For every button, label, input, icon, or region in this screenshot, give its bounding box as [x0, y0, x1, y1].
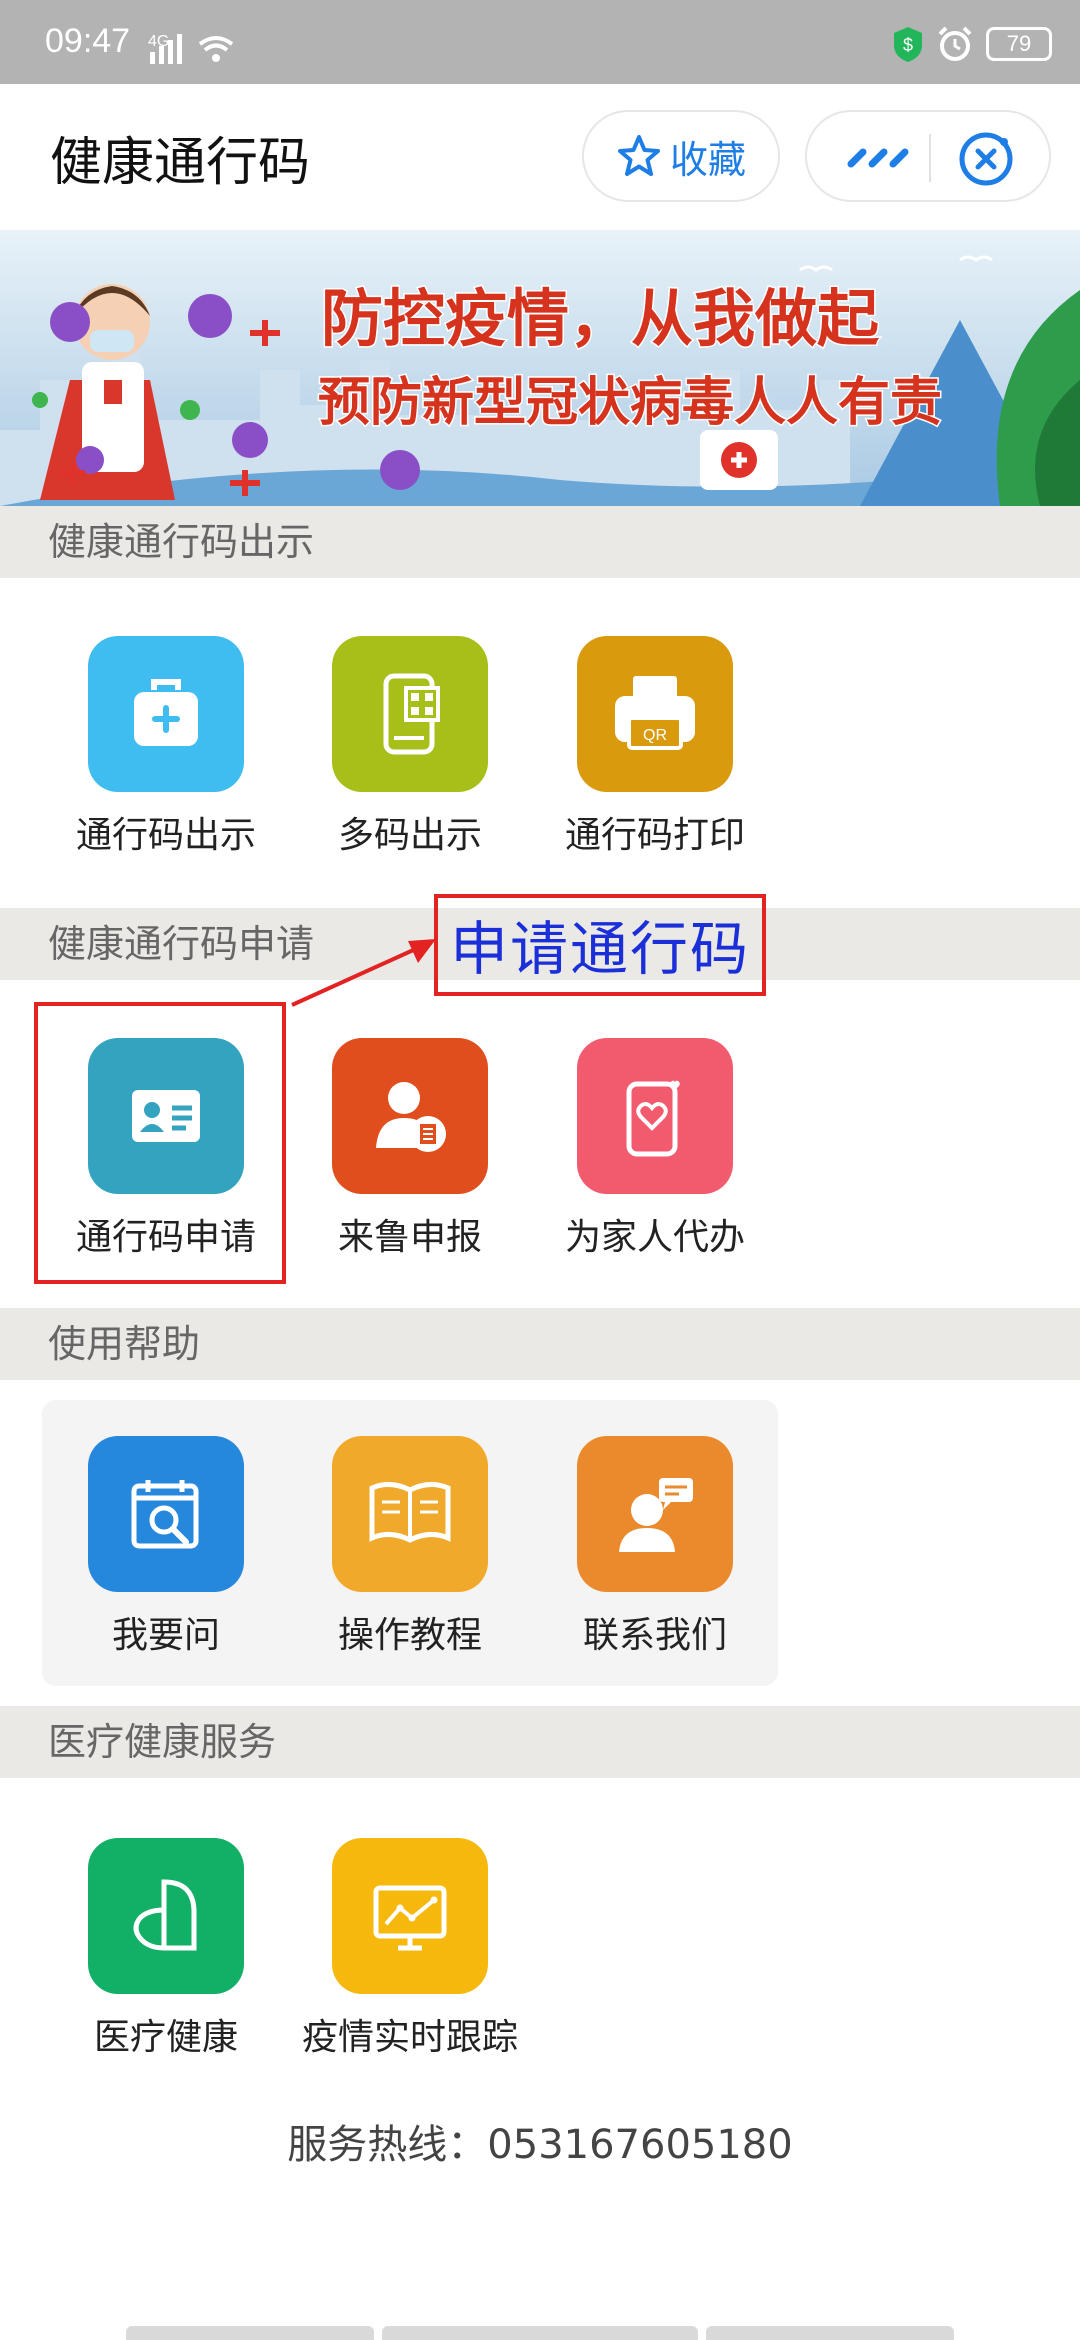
health-shape-icon: [133, 1879, 197, 1951]
monitor-chart-icon: [373, 1885, 447, 1951]
favorite-button[interactable]: 收藏: [582, 110, 780, 202]
phone-qr-icon: [383, 673, 440, 755]
epidemic-banner[interactable]: 防控疫情，从我做起 预防新型冠状病毒人人有责: [0, 230, 1080, 506]
signal-icon: 4G: [148, 33, 234, 64]
bottom-tab-stub: [126, 2326, 374, 2340]
tile-label: 通行码打印: [564, 815, 745, 856]
printer-icon: QR: [615, 676, 695, 750]
tile-label: 来鲁申报: [337, 1217, 482, 1258]
tile-pass-show[interactable]: 通行码出示: [46, 636, 286, 866]
battery-indicator: 79: [986, 27, 1052, 61]
tile-epidemic-tracking[interactable]: 疫情实时跟踪: [290, 1838, 530, 2068]
tile-contact[interactable]: 联系我们: [535, 1436, 775, 1666]
tile-medical-health[interactable]: 医疗健康: [46, 1838, 286, 2068]
security-shield-icon: $: [894, 27, 922, 62]
mini-app-capsule: [805, 110, 1051, 202]
tile-label: 医疗健康: [93, 2017, 238, 2058]
star-icon: [617, 135, 660, 176]
annotation-text: 申请通行码: [449, 915, 750, 983]
annotation-highlight-box: [34, 1002, 286, 1284]
tile-arrive-report[interactable]: 来鲁申报: [290, 1038, 530, 1268]
svg-text:QR: QR: [643, 727, 667, 744]
tile-label: 我要问: [111, 1615, 220, 1656]
bottom-tab-stub: [382, 2326, 698, 2340]
medical-kit-icon: [134, 679, 198, 746]
tile-ask[interactable]: 我要问: [46, 1436, 286, 1666]
tile-label: 通行码出示: [75, 815, 256, 856]
status-bar: 09:47 4G $ 79: [0, 0, 1080, 84]
calendar-search-icon: [131, 1480, 199, 1549]
alarm-icon: [938, 26, 972, 61]
user-report-icon: [376, 1082, 446, 1152]
tile-label: 操作教程: [337, 1615, 482, 1656]
banner-image: 防控疫情，从我做起 预防新型冠状病毒人人有责: [0, 230, 1080, 506]
svg-text:$: $: [903, 35, 913, 55]
section-header-help: 使用帮助: [0, 1308, 1080, 1380]
annotation-arrow: [291, 939, 436, 1007]
annotation-box: 申请通行码: [434, 894, 766, 996]
tile-label: 疫情实时跟踪: [301, 2017, 518, 2058]
tile-multi-code[interactable]: 多码出示: [290, 636, 530, 866]
banner-line2: 预防新型冠状病毒人人有责: [318, 373, 942, 433]
tile-family-proxy[interactable]: 为家人代办: [535, 1038, 775, 1268]
section-header-show: 健康通行码出示: [0, 506, 1080, 578]
close-icon[interactable]: [957, 130, 1015, 188]
tile-label: 联系我们: [582, 1615, 727, 1656]
section-header-medical: 医疗健康服务: [0, 1706, 1080, 1778]
status-time: 09:47: [45, 22, 131, 60]
network-type: 4G: [148, 33, 169, 50]
tile-label: 为家人代办: [564, 1217, 745, 1258]
tile-tutorial[interactable]: 操作教程: [290, 1436, 530, 1666]
title-bar: 健康通行码 收藏: [0, 84, 1080, 230]
page-title: 健康通行码: [50, 133, 311, 193]
book-icon: [369, 1482, 451, 1543]
tile-pass-print[interactable]: QR 通行码打印: [535, 636, 775, 866]
favorite-label: 收藏: [669, 137, 746, 182]
banner-line1: 防控疫情，从我做起: [321, 282, 880, 355]
bottom-tab-stub: [706, 2326, 954, 2340]
phone-heart-icon: [626, 1080, 680, 1157]
service-hotline[interactable]: 服务热线：053167605180: [0, 2112, 1080, 2170]
tile-label: 多码出示: [337, 815, 482, 856]
more-options-icon[interactable]: [845, 138, 911, 178]
contact-icon: [619, 1478, 693, 1552]
